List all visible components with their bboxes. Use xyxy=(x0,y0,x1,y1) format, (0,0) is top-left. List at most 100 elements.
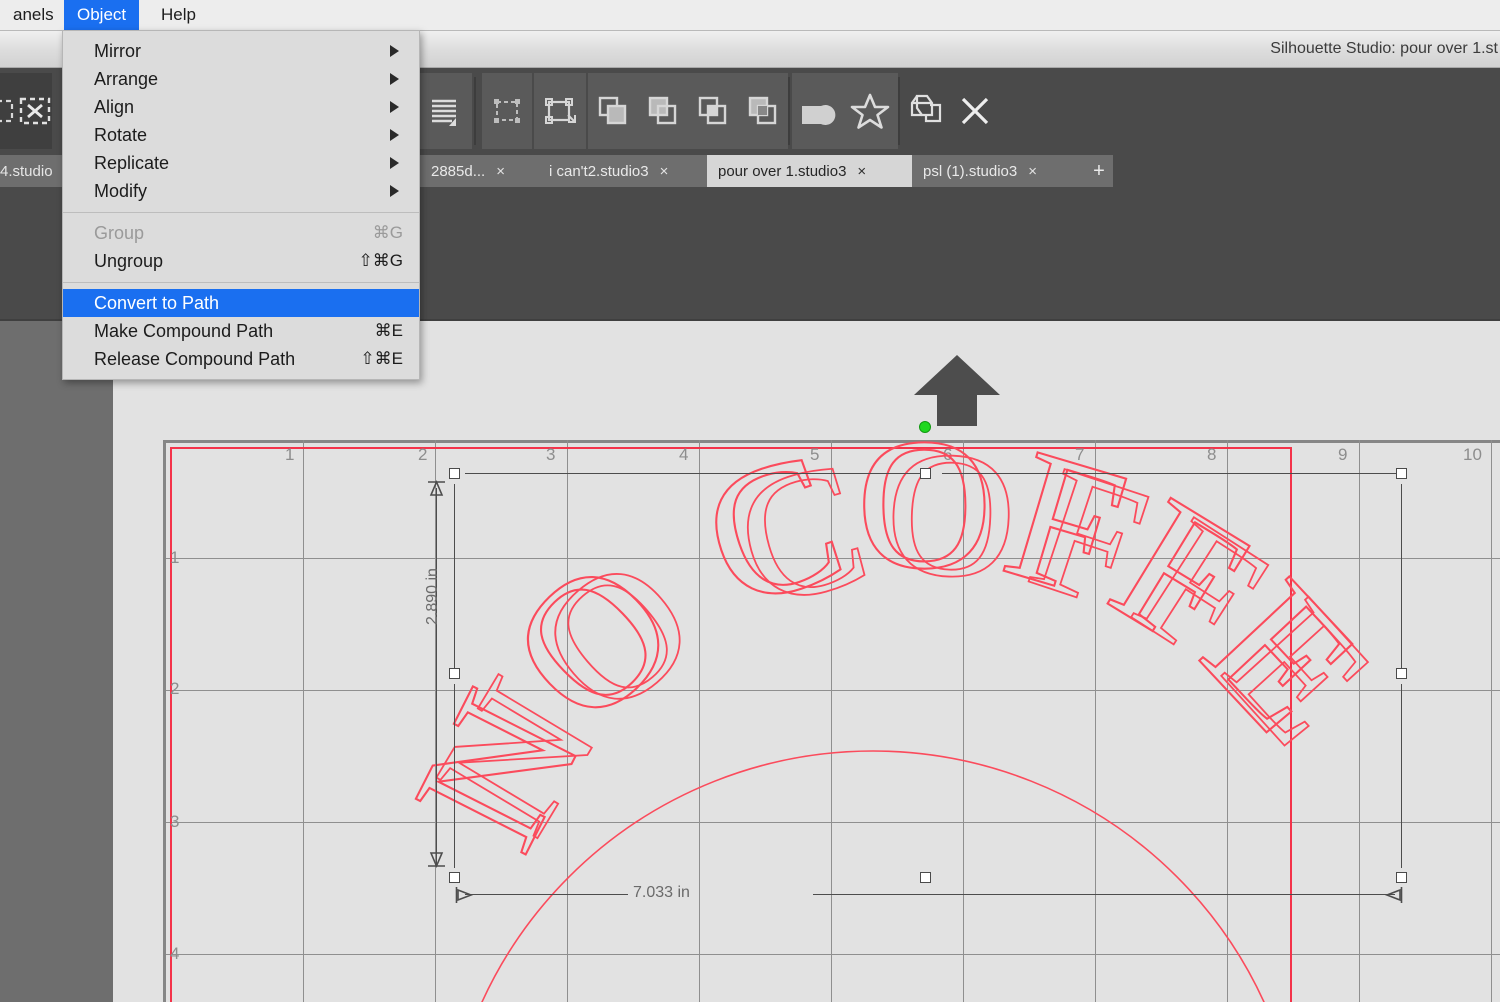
menubar-item-object[interactable]: Object xyxy=(64,0,140,30)
selection-guide-left-lower xyxy=(454,684,455,868)
tab-close-icon[interactable]: × xyxy=(660,163,669,180)
weld-shapes-icon[interactable] xyxy=(588,73,638,149)
tab-psl-1[interactable]: psl (1).studio3 × xyxy=(912,155,1105,187)
height-dimension-line xyxy=(436,488,437,866)
menu-item-arrange[interactable]: Arrange xyxy=(63,65,419,93)
menu-item-accel: ⇧⌘E xyxy=(360,349,403,368)
artwork-text-inner: NO COFFEE xyxy=(54,321,1415,863)
menu-item-label: Mirror xyxy=(94,41,141,61)
menu-item-rotate[interactable]: Rotate xyxy=(63,121,419,149)
toolbar-group-boolean xyxy=(588,73,788,149)
menu-item-label: Convert to Path xyxy=(94,293,220,313)
selection-handle-middle-right[interactable] xyxy=(1396,668,1407,679)
menu-item-modify[interactable]: Modify xyxy=(63,177,419,205)
selection-handle-bottom-center[interactable] xyxy=(920,872,931,883)
menu-item-group: Group ⌘G xyxy=(63,219,419,247)
toolbar-group-transform xyxy=(534,73,586,149)
menu-item-release-compound-path[interactable]: Release Compound Path ⇧⌘E xyxy=(63,345,419,373)
tab-close-icon[interactable]: × xyxy=(1028,163,1037,180)
star-shape-icon[interactable] xyxy=(844,73,896,149)
height-arrow-top-icon xyxy=(428,479,445,496)
align-text-icon[interactable] xyxy=(418,73,470,149)
artwork-no-coffee[interactable]: NO COFFEE NO COFFEE xyxy=(53,321,1500,1002)
menu-item-accel: ⌘E xyxy=(374,321,403,340)
chevron-right-icon xyxy=(388,93,401,121)
chevron-right-icon xyxy=(388,149,401,177)
selection-guide-left-upper xyxy=(454,484,455,668)
chevron-right-icon xyxy=(388,65,401,93)
width-dimension-label: 7.033 in xyxy=(633,884,690,901)
width-arrow-left-icon xyxy=(455,887,474,903)
new-tab-button[interactable]: + xyxy=(1085,155,1113,187)
selection-guide-top-right xyxy=(942,473,1397,474)
menu-item-label: Modify xyxy=(94,181,148,201)
tab-i-cant2[interactable]: i can't2.studio3 × xyxy=(538,155,727,187)
tab-close-icon[interactable]: × xyxy=(496,163,505,180)
menu-item-label: Make Compound Path xyxy=(94,321,274,341)
toolbar-divider xyxy=(474,77,476,145)
window-title: Silhouette Studio: pour over 1.st xyxy=(1270,40,1498,57)
exclude-shapes-icon[interactable] xyxy=(738,73,788,149)
menu-item-make-compound-path[interactable]: Make Compound Path ⌘E xyxy=(63,317,419,345)
menu-divider-1 xyxy=(63,212,419,213)
subtract-shapes-icon[interactable] xyxy=(638,73,688,149)
menu-item-label: Replicate xyxy=(94,153,170,173)
tab-label: 2885d... xyxy=(431,162,486,180)
height-arrow-bottom-icon xyxy=(428,852,445,869)
transform-box-icon[interactable] xyxy=(534,73,586,149)
deselect-dashed-icon[interactable] xyxy=(0,73,17,149)
menu-item-ungroup[interactable]: Ungroup ⇧⌘G xyxy=(63,247,419,275)
tab-label: 4.studio xyxy=(0,162,53,180)
menubar-item-help[interactable]: Help xyxy=(148,0,209,30)
selection-handle-bottom-left[interactable] xyxy=(449,872,460,883)
menu-item-label: Ungroup xyxy=(94,251,164,271)
selection-guide-right-lower xyxy=(1401,684,1402,868)
menu-divider-2 xyxy=(63,282,419,283)
tab-label: pour over 1.studio3 xyxy=(718,162,847,180)
canvas-workarea[interactable]: 1 2 3 4 5 6 7 8 9 10 1 2 3 4 NO COFFE NO… xyxy=(53,321,1500,1002)
menu-item-align[interactable]: Align xyxy=(63,93,419,121)
tab-pour-over-1[interactable]: pour over 1.studio3 × xyxy=(707,155,932,187)
tab-4studio-partial[interactable]: 4.studio xyxy=(0,155,66,187)
knife-shape-icon[interactable] xyxy=(792,73,844,149)
tab-close-icon[interactable]: × xyxy=(857,163,866,180)
toolbar-group-text xyxy=(418,73,472,149)
menu-item-convert-to-path[interactable]: Convert to Path xyxy=(63,289,419,317)
delete-selection-icon[interactable] xyxy=(17,73,52,149)
menubar-item-panels[interactable]: anels xyxy=(0,0,67,30)
selection-guide-right-upper xyxy=(1401,484,1402,668)
chevron-right-icon xyxy=(388,37,401,65)
chevron-right-icon xyxy=(388,177,401,205)
selection-handle-top-left[interactable] xyxy=(449,468,460,479)
application-menubar: anels Object Help xyxy=(0,0,1500,31)
toolbar-group-shapes xyxy=(792,73,898,149)
toolbar-divider-2 xyxy=(788,77,790,145)
selection-handle-middle-left[interactable] xyxy=(449,668,460,679)
width-arrow-right-icon xyxy=(1384,887,1403,903)
offset-3d-icon[interactable] xyxy=(900,73,950,149)
intersect-shapes-icon[interactable] xyxy=(688,73,738,149)
selection-handle-top-center[interactable] xyxy=(920,468,931,479)
menu-item-accel: ⌘G xyxy=(372,223,403,242)
cursor-up-arrow-icon xyxy=(914,355,1000,426)
width-dimension-line-right xyxy=(813,894,1395,895)
selection-guide-top-left xyxy=(465,473,920,474)
object-dropdown-menu[interactable]: Mirror Arrange Align Rotate Replicate Mo… xyxy=(62,30,420,380)
menu-item-label: Rotate xyxy=(94,125,148,145)
height-dimension-label: 2.890 in xyxy=(424,568,441,625)
tab-label: i can't2.studio3 xyxy=(549,162,649,180)
toolbar-group-select xyxy=(482,73,532,149)
tab-label: psl (1).studio3 xyxy=(923,162,1018,180)
close-x-icon[interactable] xyxy=(950,73,1000,149)
menu-item-label: Arrange xyxy=(94,69,159,89)
menu-item-label: Align xyxy=(94,97,135,117)
menu-item-label: Release Compound Path xyxy=(94,349,296,369)
menu-item-accel: ⇧⌘G xyxy=(358,251,403,270)
design-canvas[interactable]: 1 2 3 4 5 6 7 8 9 10 1 2 3 4 NO COFFE NO… xyxy=(0,321,1500,1002)
menu-item-replicate[interactable]: Replicate xyxy=(63,149,419,177)
selection-handle-bottom-right[interactable] xyxy=(1396,872,1407,883)
toolbar-group-selection xyxy=(0,73,52,149)
select-all-dashed-icon[interactable] xyxy=(482,73,532,149)
selection-handle-top-right[interactable] xyxy=(1396,468,1407,479)
menu-item-mirror[interactable]: Mirror xyxy=(63,37,419,65)
